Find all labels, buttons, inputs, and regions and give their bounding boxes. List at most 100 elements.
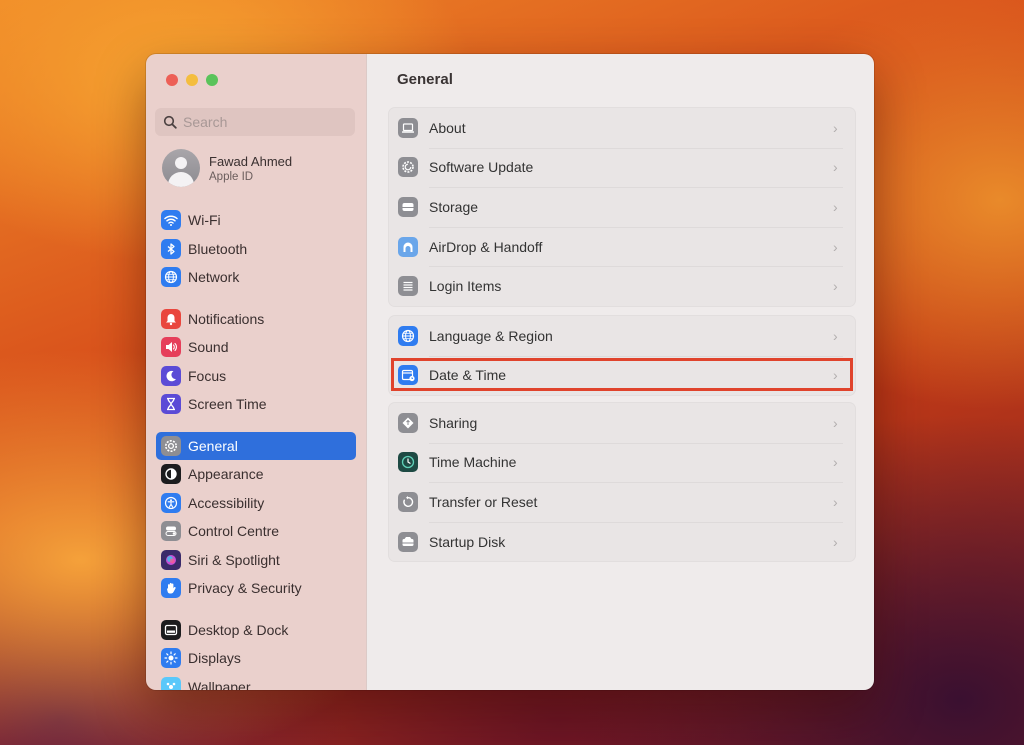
settings-row-sharing[interactable]: Sharing ›: [389, 403, 855, 443]
gear-icon: [161, 435, 181, 456]
sidebar-item-focus[interactable]: Focus: [156, 362, 356, 391]
sidebar-item-siri-and-spotlight[interactable]: Siri & Spotlight: [156, 546, 356, 575]
sidebar-item-notifications[interactable]: Notifications: [156, 305, 356, 334]
settings-row-label: Sharing: [429, 414, 478, 431]
sidebar-item-label: Network: [188, 269, 240, 286]
settings-row-label: About: [429, 119, 466, 136]
speaker-icon: [161, 337, 181, 358]
globe-icon: [161, 267, 181, 288]
search-input[interactable]: [183, 114, 343, 130]
sidebar-item-label: Screen Time: [188, 396, 267, 413]
settings-row-airdrop-and-handoff[interactable]: AirDrop & Handoff ›: [389, 226, 855, 267]
apple-id-account[interactable]: Fawad Ahmed Apple ID: [162, 149, 292, 187]
chevron-right-icon: ›: [833, 414, 838, 431]
sidebar-item-label: Focus: [188, 367, 227, 384]
moon-icon: [161, 365, 181, 386]
close-window-button[interactable]: [166, 74, 178, 86]
reset-icon: [398, 491, 418, 512]
settings-row-login-items[interactable]: Login Items ›: [389, 266, 855, 306]
wifi-icon: [161, 210, 181, 231]
laptop-icon: [398, 117, 418, 138]
sidebar-item-control-centre[interactable]: Control Centre: [156, 517, 356, 546]
settings-group: About › Software Update › Storage › AirDrop & …: [388, 107, 856, 307]
settings-row-label: Software Update: [429, 159, 534, 176]
settings-row-label: Date & Time: [429, 367, 507, 384]
sidebar-item-general[interactable]: General: [156, 431, 356, 460]
sidebar-item-label: Wi-Fi: [188, 212, 221, 229]
sidebar-item-appearance[interactable]: Appearance: [156, 460, 356, 489]
sidebar-item-label: General: [188, 437, 238, 454]
dock-icon: [161, 619, 181, 640]
sidebar-item-displays[interactable]: Displays: [156, 644, 356, 673]
sidebar-item-bluetooth[interactable]: Bluetooth: [156, 235, 356, 264]
settings-row-label: Login Items: [429, 278, 502, 295]
gear-update-icon: [398, 157, 418, 178]
user-subtitle: Apple ID: [209, 170, 254, 183]
sidebar-item-label: Appearance: [188, 466, 264, 483]
search-icon: [163, 115, 177, 129]
settings-row-label: Time Machine: [429, 454, 517, 471]
hand-icon: [161, 578, 181, 599]
sidebar-item-label: Displays: [188, 650, 241, 667]
sidebar-group-separator: [156, 419, 356, 432]
chevron-right-icon: ›: [833, 159, 838, 176]
sidebar-group-separator: [156, 292, 356, 305]
settings-row-language-and-region[interactable]: Language & Region ›: [389, 316, 855, 356]
sidebar-item-accessibility[interactable]: Accessibility: [156, 489, 356, 518]
sidebar-item-network[interactable]: Network: [156, 263, 356, 292]
search-field[interactable]: [155, 108, 355, 136]
bluetooth-icon: [161, 238, 181, 259]
sidebar-item-label: Privacy & Security: [188, 580, 302, 597]
minimize-window-button[interactable]: [186, 74, 198, 86]
accessibility-icon: [161, 492, 181, 513]
user-name: Fawad Ahmed: [209, 153, 293, 169]
drive-icon: [398, 196, 418, 217]
sidebar-item-privacy-and-security[interactable]: Privacy & Security: [156, 574, 356, 603]
disk-icon: [398, 531, 418, 552]
sidebar-item-label: Notifications: [188, 310, 265, 327]
settings-row-transfer-or-reset[interactable]: Transfer or Reset ›: [389, 482, 855, 522]
sidebar-item-label: Sound: [188, 339, 229, 356]
settings-row-label: Transfer or Reset: [429, 493, 538, 510]
appearance-icon: [161, 464, 181, 485]
sidebar-item-label: Desktop & Dock: [188, 621, 289, 638]
sidebar-item-desktop-and-dock[interactable]: Desktop & Dock: [156, 616, 356, 645]
sidebar-item-wi-fi[interactable]: Wi-Fi: [156, 206, 356, 235]
page-title: General: [397, 71, 453, 88]
chevron-right-icon: ›: [833, 454, 838, 471]
calendar-clock-icon: [398, 365, 418, 386]
settings-row-time-machine[interactable]: Time Machine ›: [389, 442, 855, 483]
settings-row-date-and-time[interactable]: Date & Time ›: [389, 355, 855, 396]
maximize-window-button[interactable]: [206, 74, 218, 86]
chevron-right-icon: ›: [833, 367, 838, 384]
settings-row-software-update[interactable]: Software Update ›: [389, 147, 855, 188]
settings-row-label: Language & Region: [429, 327, 553, 344]
toggles-icon: [161, 521, 181, 542]
globe-icon: [398, 325, 418, 346]
airdrop-icon: [398, 236, 418, 257]
sidebar-item-screen-time[interactable]: Screen Time: [156, 390, 356, 419]
traffic-lights: [166, 74, 218, 86]
siri-icon: [161, 549, 181, 570]
chevron-right-icon: ›: [833, 327, 838, 344]
chevron-right-icon: ›: [833, 493, 838, 510]
sidebar-item-label: Siri & Spotlight: [188, 551, 280, 568]
hourglass-icon: [161, 394, 181, 415]
sidebar-item-sound[interactable]: Sound: [156, 333, 356, 362]
settings-row-startup-disk[interactable]: Startup Disk ›: [389, 521, 855, 562]
sidebar-group-separator: [156, 603, 356, 616]
settings-group: Sharing › Time Machine › Transfer or Reset › S…: [388, 402, 856, 563]
settings-row-label: Storage: [429, 198, 479, 215]
sidebar-item-wallpaper[interactable]: Wallpaper: [156, 673, 356, 690]
sun-icon: [161, 648, 181, 669]
settings-row-about[interactable]: About ›: [389, 108, 855, 148]
settings-row-storage[interactable]: Storage ›: [389, 187, 855, 227]
time-machine-icon: [398, 452, 418, 473]
sidebar-item-label: Control Centre: [188, 523, 280, 540]
chevron-right-icon: ›: [833, 119, 838, 136]
list-icon: [398, 276, 418, 297]
sharing-icon: [398, 412, 418, 433]
chevron-right-icon: ›: [833, 198, 838, 215]
sidebar-nav: Wi-Fi Bluetooth Network Notifications Sound F…: [156, 206, 356, 690]
sidebar-item-label: Accessibility: [188, 494, 265, 511]
